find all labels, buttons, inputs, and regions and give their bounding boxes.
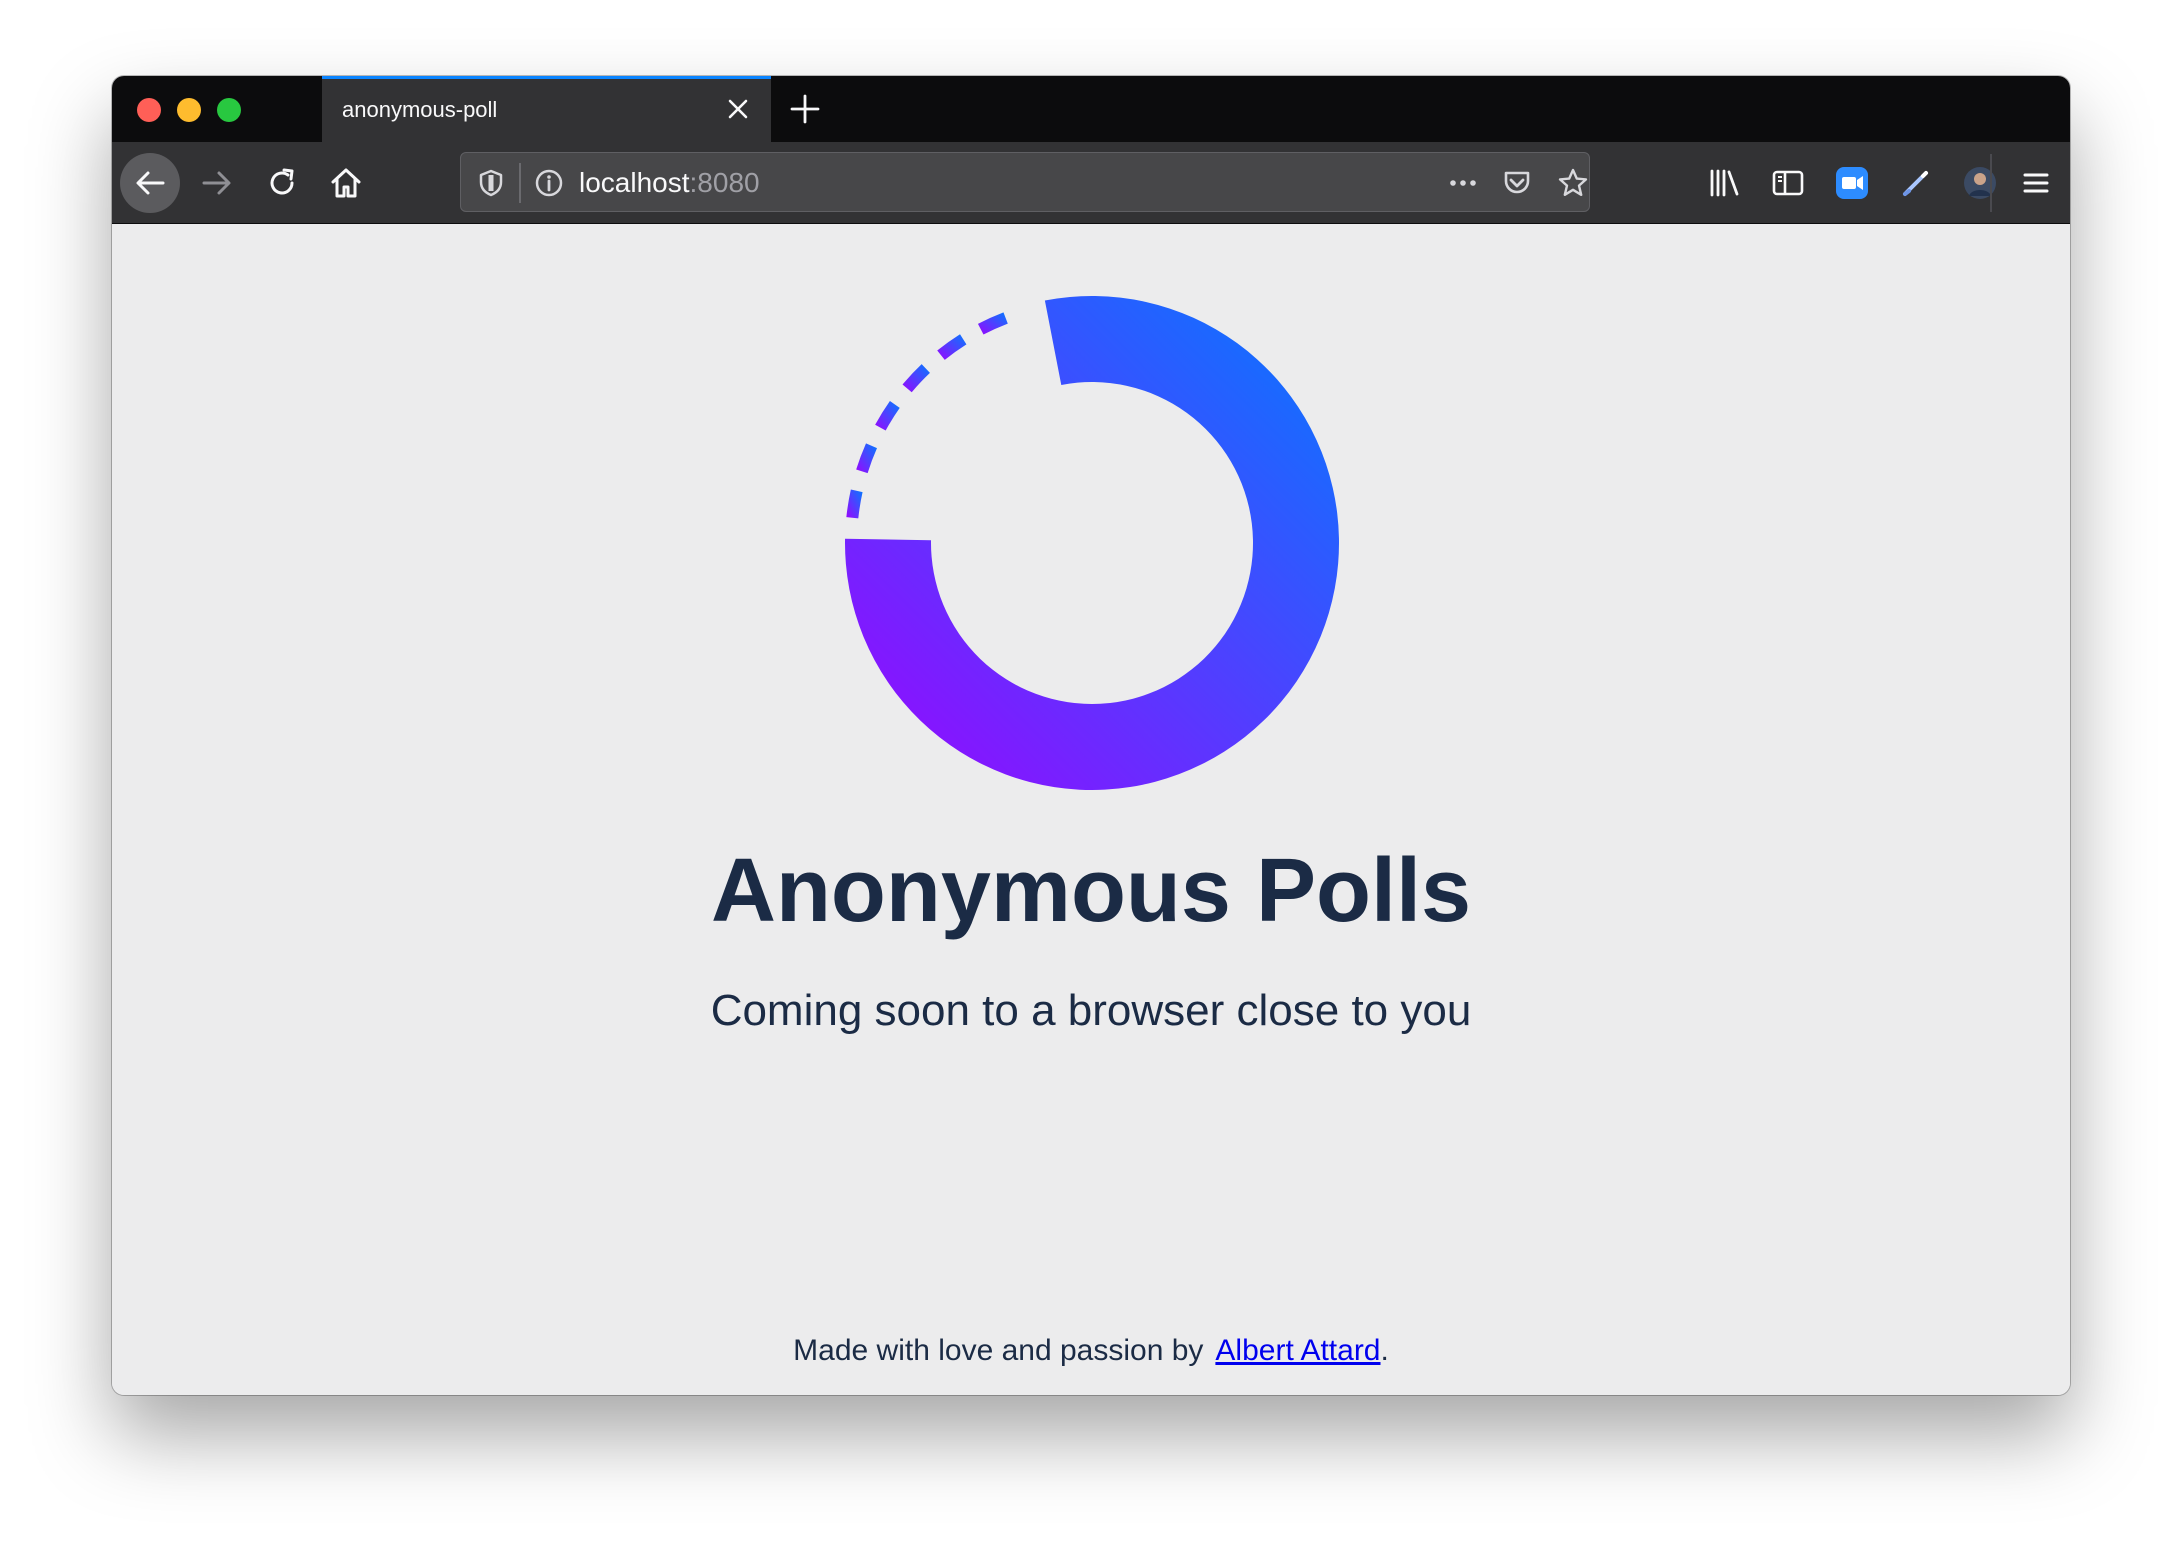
forward-icon: [202, 171, 231, 195]
back-button[interactable]: [120, 153, 180, 213]
logo-ring-tick: [856, 443, 877, 474]
nav-toolbar: localhost:8080: [112, 142, 2070, 224]
url-separator: [519, 163, 521, 203]
library-icon: [1710, 169, 1739, 197]
close-tab-icon[interactable]: [725, 96, 751, 122]
tab-title: anonymous-poll: [342, 97, 498, 122]
zoom-extension-button[interactable]: [1822, 153, 1882, 213]
url-host: localhost: [579, 167, 690, 198]
profile-button[interactable]: [1950, 153, 2010, 213]
sidebar-icon: [1772, 170, 1804, 196]
info-icon[interactable]: [533, 167, 565, 199]
footer-text: Made with love and passion by: [793, 1334, 1204, 1367]
pen-extension-button[interactable]: [1886, 153, 1946, 213]
url-text[interactable]: localhost:8080: [579, 167, 760, 199]
logo-ring-tick: [875, 400, 900, 431]
logo-ring-tick: [937, 334, 967, 360]
minimize-window-button[interactable]: [177, 98, 201, 122]
home-icon: [331, 168, 361, 198]
new-tab-icon[interactable]: [788, 92, 822, 126]
sidebar-button[interactable]: [1758, 153, 1818, 213]
footer: Made with love and passion by Albert Atta…: [112, 1334, 2070, 1368]
menu-icon: [2023, 173, 2049, 193]
more-icon[interactable]: [1447, 167, 1479, 199]
back-icon: [136, 171, 165, 195]
logo-ring-tick: [846, 489, 863, 519]
menu-button[interactable]: [2006, 153, 2066, 213]
url-bar[interactable]: localhost:8080: [460, 152, 1590, 212]
close-window-button[interactable]: [137, 98, 161, 122]
zoom-icon: [1836, 167, 1868, 199]
page-title: Anonymous Polls: [710, 841, 1472, 941]
pocket-icon[interactable]: [1501, 167, 1533, 199]
reload-button[interactable]: [252, 153, 312, 213]
home-button[interactable]: [316, 153, 376, 213]
browser-window: anonymous-poll localhost:8080 Anonymous …: [112, 76, 2070, 1395]
maximize-window-button[interactable]: [217, 98, 241, 122]
page-subtitle: Coming soon to a browser close to you: [710, 986, 1472, 1035]
url-port: :8080: [689, 167, 760, 198]
forward-button[interactable]: [187, 153, 247, 213]
footer-period: .: [1380, 1334, 1389, 1367]
logo-ring-tick: [902, 364, 930, 393]
author-link[interactable]: Albert Attard: [1215, 1334, 1380, 1367]
tab-strip: anonymous-poll: [112, 76, 2070, 142]
library-button[interactable]: [1694, 153, 1754, 213]
poll-logo: [845, 296, 1339, 790]
star-icon[interactable]: [1557, 167, 1589, 199]
pen-icon: [1903, 171, 1928, 196]
tab-anonymous-poll[interactable]: anonymous-poll: [322, 76, 771, 142]
logo-ring-tick: [977, 312, 1008, 335]
shield-icon[interactable]: [475, 167, 507, 199]
toolbar-divider: [1990, 154, 1992, 212]
reload-icon: [270, 168, 294, 195]
page-content: Anonymous Polls Coming soon to a browser…: [112, 224, 2070, 1395]
